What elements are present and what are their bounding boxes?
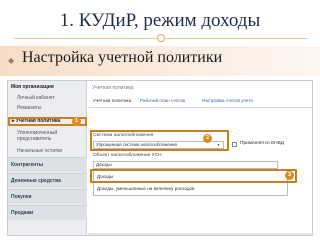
page-title: Учетная политика: [92, 85, 134, 91]
highlight-frame-3: [90, 169, 297, 183]
step-badge-3: 3: [285, 171, 294, 180]
usn-object-label: Объект налогообложения УСН: [93, 153, 162, 158]
sidebar-item-representative-line2[interactable]: представитель: [8, 136, 87, 142]
sidebar-group-purchases[interactable]: Покупки: [8, 190, 87, 204]
tab-chart-of-accounts[interactable]: Рабочий план счетов: [140, 98, 185, 103]
sidebar-item-requisites[interactable]: Реквизиты: [8, 105, 87, 111]
sidebar-group-cash[interactable]: Денежные средства: [8, 174, 87, 188]
usn-object-select[interactable]: Доходы: [93, 161, 278, 169]
horizontal-scrollbar[interactable]: [88, 233, 312, 235]
sidebar-item-cabinet[interactable]: Личный кабинет: [8, 95, 87, 101]
usn-object-value: Доходы: [96, 162, 112, 167]
tab-account-settings[interactable]: Настройка счетов учета: [202, 98, 253, 103]
title-dot-ornament: [157, 34, 165, 42]
main-panel: Учетная политика Учетная политика Рабочи…: [88, 81, 312, 235]
step-badge-1: 1: [72, 117, 81, 126]
sidebar-item-opening-balances[interactable]: Начальные остатки: [8, 148, 87, 154]
tab-bar: Учетная политика Рабочий план счетов Нас…: [88, 95, 312, 108]
envd-label: Применяется ЕНВД: [240, 141, 284, 146]
app-screenshot: Моя организация Личный кабинет Реквизиты…: [7, 80, 313, 236]
envd-checkbox[interactable]: [232, 142, 237, 147]
bullet-icon: ◆: [8, 56, 15, 65]
section-heading: Настройка учетной политики: [22, 49, 223, 66]
step-badge-2: 2: [203, 134, 212, 143]
dropdown-option-income-minus-expenses[interactable]: Доходы, уменьшенные на величину расходов: [94, 186, 195, 191]
sidebar-group-sales[interactable]: Продажи: [8, 206, 87, 220]
tab-accounting-policy[interactable]: Учетная политика: [93, 98, 131, 103]
sidebar: Моя организация Личный кабинет Реквизиты…: [8, 81, 87, 235]
sidebar-group-counterparties[interactable]: Контрагенты: [8, 158, 87, 172]
slide-title: 1. КУДиР, режим доходы: [59, 10, 261, 31]
sidebar-org-heading[interactable]: Моя организация: [8, 84, 87, 90]
